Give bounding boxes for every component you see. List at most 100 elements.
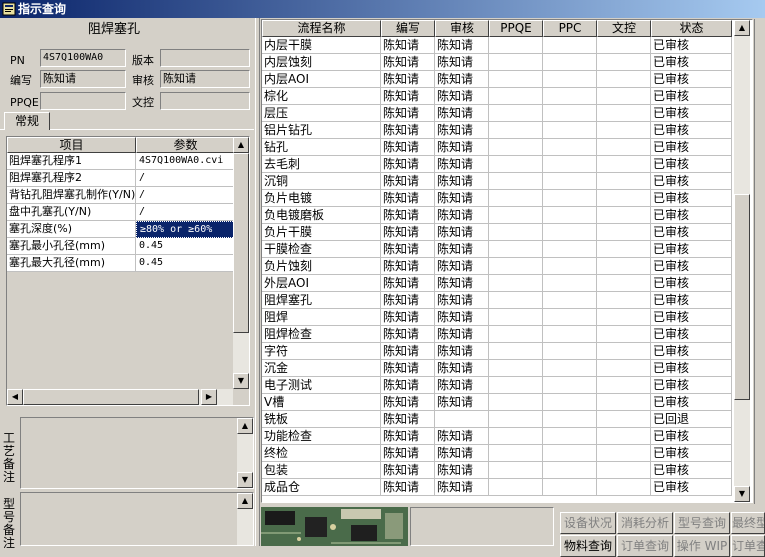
cell-reviewer[interactable]: 陈知请 <box>435 428 489 445</box>
ppqe-field[interactable] <box>40 92 126 110</box>
cell-ppqe[interactable] <box>489 275 543 292</box>
cell-ppc[interactable] <box>543 479 597 496</box>
process-row[interactable]: 铣板 陈知请 已回退 <box>262 411 732 428</box>
cell-status[interactable]: 已审核 <box>651 37 732 54</box>
cell-reviewer[interactable]: 陈知请 <box>435 71 489 88</box>
scroll-thumb[interactable] <box>734 194 750 400</box>
cell-process-name[interactable]: 阻焊塞孔 <box>262 292 381 309</box>
cell-reviewer[interactable]: 陈知请 <box>435 360 489 377</box>
cell-reviewer[interactable]: 陈知请 <box>435 37 489 54</box>
scroll-up-button[interactable]: ▲ <box>233 137 249 153</box>
cell-process-name[interactable]: 沉铜 <box>262 173 381 190</box>
cell-author[interactable]: 陈知请 <box>381 394 435 411</box>
scroll-up-button[interactable]: ▲ <box>237 418 253 434</box>
parameter-horizontal-scrollbar[interactable]: ◀ ▶ <box>7 389 233 405</box>
cell-author[interactable]: 陈知请 <box>381 241 435 258</box>
cell-process-name[interactable]: 电子测试 <box>262 377 381 394</box>
cell-process-name[interactable]: 棕化 <box>262 88 381 105</box>
column-header-item[interactable]: 项目 <box>7 137 136 153</box>
cell-process-name[interactable]: 铣板 <box>262 411 381 428</box>
cell-author[interactable]: 陈知请 <box>381 292 435 309</box>
cell-reviewer[interactable]: 陈知请 <box>435 122 489 139</box>
window-title-bar[interactable]: 指示查询 <box>0 0 765 18</box>
cell-author[interactable]: 陈知请 <box>381 275 435 292</box>
cell-reviewer[interactable]: 陈知请 <box>435 156 489 173</box>
parameter-row[interactable]: 塞孔最大孔径(mm) 0.45 <box>7 255 235 272</box>
column-header-doc-control[interactable]: 文控 <box>597 20 651 37</box>
cell-author[interactable]: 陈知请 <box>381 360 435 377</box>
cell-status[interactable]: 已审核 <box>651 479 732 496</box>
cell-ppqe[interactable] <box>489 343 543 360</box>
column-header-process-name[interactable]: 流程名称 <box>262 20 381 37</box>
cell-process-name[interactable]: 干膜检查 <box>262 241 381 258</box>
cell-author[interactable]: 陈知请 <box>381 105 435 122</box>
cell-ppqe[interactable] <box>489 411 543 428</box>
cell-reviewer[interactable]: 陈知请 <box>435 326 489 343</box>
cell-ppqe[interactable] <box>489 360 543 377</box>
cell-status[interactable]: 已审核 <box>651 326 732 343</box>
parameter-value[interactable]: / <box>136 170 235 187</box>
cell-process-name[interactable]: 内层AOI <box>262 71 381 88</box>
cell-doc-control[interactable] <box>597 377 651 394</box>
cell-reviewer[interactable]: 陈知请 <box>435 377 489 394</box>
cell-status[interactable]: 已审核 <box>651 122 732 139</box>
parameter-row[interactable]: 塞孔最小孔径(mm) 0.45 <box>7 238 235 255</box>
cell-doc-control[interactable] <box>597 258 651 275</box>
cell-status[interactable]: 已审核 <box>651 54 732 71</box>
cell-author[interactable]: 陈知请 <box>381 156 435 173</box>
scroll-right-button[interactable]: ▶ <box>201 389 217 405</box>
scroll-thumb[interactable] <box>233 153 249 333</box>
cell-status[interactable]: 已审核 <box>651 71 732 88</box>
cell-ppc[interactable] <box>543 241 597 258</box>
parameter-value[interactable]: / <box>136 187 235 204</box>
cell-doc-control[interactable] <box>597 54 651 71</box>
cell-ppqe[interactable] <box>489 122 543 139</box>
process-row[interactable]: 铝片钻孔 陈知请 陈知请 已审核 <box>262 122 732 139</box>
cell-doc-control[interactable] <box>597 207 651 224</box>
scroll-thumb[interactable] <box>23 389 199 405</box>
process-row[interactable]: 内层AOI 陈知请 陈知请 已审核 <box>262 71 732 88</box>
cell-author[interactable]: 陈知请 <box>381 479 435 496</box>
cell-process-name[interactable]: V槽 <box>262 394 381 411</box>
cell-status[interactable]: 已审核 <box>651 292 732 309</box>
scroll-down-button[interactable]: ▼ <box>734 486 750 502</box>
cell-doc-control[interactable] <box>597 139 651 156</box>
cell-reviewer[interactable]: 陈知请 <box>435 445 489 462</box>
cell-status[interactable]: 已审核 <box>651 224 732 241</box>
cell-process-name[interactable]: 外层AOI <box>262 275 381 292</box>
cell-status[interactable]: 已审核 <box>651 309 732 326</box>
cell-ppc[interactable] <box>543 207 597 224</box>
cell-status[interactable]: 已审核 <box>651 462 732 479</box>
parameter-vertical-scrollbar[interactable]: ▲ ▼ <box>233 137 249 389</box>
model-note-box[interactable]: ▲ <box>20 492 254 546</box>
cell-ppqe[interactable] <box>489 54 543 71</box>
cell-ppqe[interactable] <box>489 479 543 496</box>
process-row[interactable]: 外层AOI 陈知请 陈知请 已审核 <box>262 275 732 292</box>
cell-status[interactable]: 已审核 <box>651 105 732 122</box>
cell-ppqe[interactable] <box>489 88 543 105</box>
cell-status[interactable]: 已回退 <box>651 411 732 428</box>
grid-vertical-scrollbar[interactable]: ▲ ▼ <box>734 20 750 502</box>
cell-ppc[interactable] <box>543 428 597 445</box>
pane-splitter[interactable] <box>255 18 260 546</box>
process-row[interactable]: 字符 陈知请 陈知请 已审核 <box>262 343 732 360</box>
cell-status[interactable]: 已审核 <box>651 343 732 360</box>
cell-author[interactable]: 陈知请 <box>381 139 435 156</box>
cell-ppc[interactable] <box>543 173 597 190</box>
cell-ppqe[interactable] <box>489 173 543 190</box>
order-query-button[interactable]: 订单查询 <box>617 535 673 557</box>
cell-ppqe[interactable] <box>489 258 543 275</box>
pn-field[interactable]: 4S7Q100WA0 <box>40 49 126 67</box>
cell-doc-control[interactable] <box>597 224 651 241</box>
cell-process-name[interactable]: 去毛刺 <box>262 156 381 173</box>
cell-author[interactable]: 陈知请 <box>381 462 435 479</box>
note-scrollbar[interactable]: ▲ ▼ <box>237 418 253 488</box>
cell-ppc[interactable] <box>543 462 597 479</box>
cell-reviewer[interactable]: 陈知请 <box>435 292 489 309</box>
cell-ppc[interactable] <box>543 360 597 377</box>
final-model-button[interactable]: 最终型 <box>731 512 765 534</box>
cell-status[interactable]: 已审核 <box>651 360 732 377</box>
cell-ppqe[interactable] <box>489 71 543 88</box>
process-row[interactable]: 层压 陈知请 陈知请 已审核 <box>262 105 732 122</box>
process-row[interactable]: 包装 陈知请 陈知请 已审核 <box>262 462 732 479</box>
